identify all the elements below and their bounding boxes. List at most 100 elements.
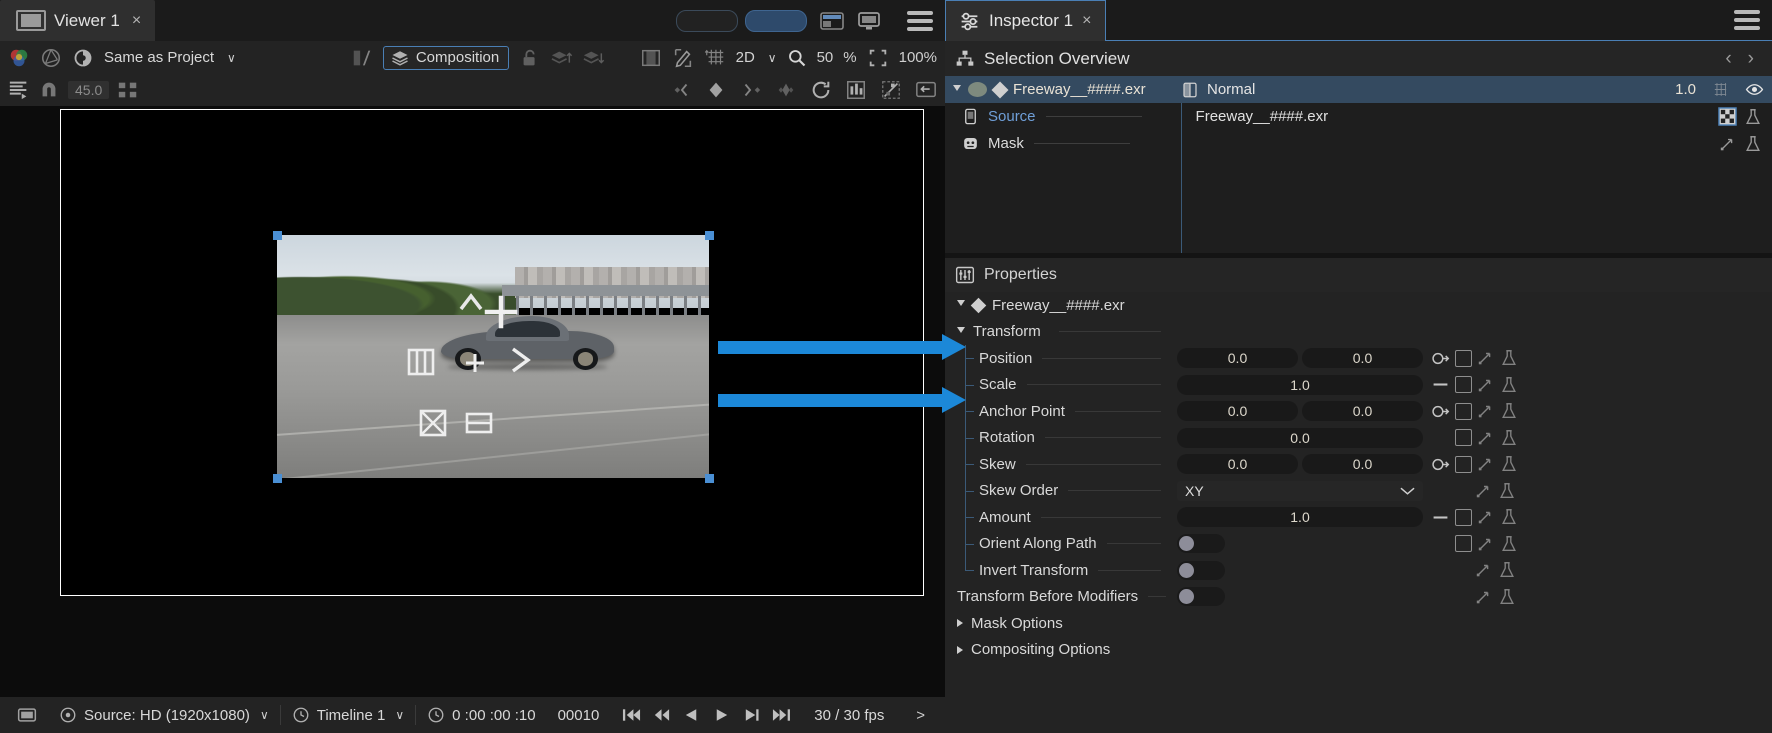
expand-panel-button[interactable]: > (908, 707, 933, 724)
align-icon[interactable] (8, 79, 30, 101)
link-icon[interactable] (1431, 456, 1450, 473)
timecode-display[interactable]: 0 :00 :00 :10 (416, 706, 546, 724)
media-icon-wrap[interactable] (6, 705, 48, 725)
rotate-up-icon[interactable] (458, 291, 484, 313)
fit-screen-icon[interactable] (867, 47, 889, 69)
zoom-value[interactable]: 50 (817, 49, 834, 66)
anchor-y-field[interactable]: 0.0 (1302, 401, 1423, 422)
checker-icon[interactable] (1718, 107, 1737, 126)
play-back-icon[interactable] (682, 707, 701, 723)
crop-icon[interactable] (418, 408, 448, 438)
square-icon[interactable] (1455, 376, 1472, 394)
disclosure-triangle-icon[interactable] (953, 84, 961, 95)
property-row-orient-along-path[interactable]: Orient Along Path (945, 530, 1772, 557)
flask-icon[interactable] (1744, 135, 1762, 153)
visibility-eye-icon[interactable] (1741, 80, 1772, 99)
property-group-mask-options[interactable]: Mask Options (945, 610, 1772, 637)
skew-x-field[interactable]: 0.0 (1177, 454, 1298, 475)
flask-icon[interactable] (1500, 349, 1518, 367)
keyframe-icon[interactable] (1475, 588, 1493, 606)
property-row-skew-order[interactable]: Skew Order XY (945, 477, 1772, 504)
prev-keyframe-icon[interactable] (670, 79, 692, 101)
chevron-right-icon[interactable] (508, 345, 534, 375)
layout-split-icon[interactable] (820, 11, 844, 31)
collapse-panel-icon[interactable] (915, 79, 937, 101)
step-forward-icon[interactable] (742, 707, 761, 723)
close-icon[interactable]: × (132, 12, 141, 30)
keyframe-icon[interactable] (1477, 429, 1495, 447)
viewer-pill-a[interactable] (676, 9, 738, 32)
disclosure-triangle-icon[interactable] (957, 645, 963, 654)
add-keyframe-icon[interactable] (705, 79, 727, 101)
display-icon[interactable] (857, 11, 881, 31)
flask-icon[interactable] (1498, 588, 1516, 606)
dash-icon[interactable] (1431, 509, 1450, 526)
invert-transform-toggle[interactable] (1177, 560, 1225, 580)
keyframe-icon[interactable] (1475, 561, 1493, 579)
move-icon[interactable] (484, 295, 518, 329)
viewer-menu-icon[interactable] (907, 10, 933, 31)
property-root-row[interactable]: Freeway__####.exr (945, 292, 1772, 319)
selection-handle-bl[interactable] (273, 474, 282, 483)
selection-handle-tl[interactable] (273, 231, 282, 240)
blend-mode-label[interactable]: Normal (1207, 81, 1255, 98)
curves-icon[interactable] (845, 79, 867, 101)
property-row-rotation[interactable]: Rotation 0.0 (945, 424, 1772, 451)
square-icon[interactable] (1455, 429, 1472, 447)
magnet-snap-icon[interactable] (38, 79, 60, 101)
position-x-field[interactable]: 0.0 (1177, 348, 1298, 369)
flask-icon[interactable] (1498, 482, 1516, 500)
property-group-transform[interactable]: Transform (945, 319, 1772, 346)
plus-icon[interactable] (464, 352, 486, 374)
property-row-amount[interactable]: Amount 1.0 (945, 504, 1772, 531)
square-icon[interactable] (1455, 508, 1472, 526)
stack-down-icon[interactable] (583, 47, 605, 69)
close-icon[interactable]: × (1082, 12, 1091, 30)
dash-icon[interactable] (1431, 376, 1450, 393)
lut-label[interactable]: Same as Project (104, 49, 214, 66)
composition-button[interactable]: Composition (382, 45, 510, 70)
selection-child-source[interactable]: Source Freeway__####.exr (945, 103, 1772, 130)
link-icon[interactable] (1431, 403, 1450, 420)
opacity-value[interactable]: 1.0 (1675, 81, 1700, 98)
keyframe-icon[interactable] (1477, 455, 1495, 473)
split-view-icon[interactable] (351, 47, 373, 69)
nav-next-icon[interactable]: › (1748, 48, 1754, 70)
disclosure-triangle-icon[interactable] (957, 300, 965, 310)
flask-icon[interactable] (1500, 535, 1518, 553)
aperture-icon[interactable] (40, 47, 62, 69)
square-icon[interactable] (1455, 455, 1472, 473)
flask-icon[interactable] (1500, 508, 1518, 526)
all-keyframes-icon[interactable] (775, 79, 797, 101)
inspector-menu-icon[interactable] (1734, 9, 1760, 30)
media-image[interactable] (277, 235, 709, 478)
disclosure-triangle-icon[interactable] (957, 619, 963, 628)
stack-up-icon[interactable] (551, 47, 573, 69)
next-keyframe-icon[interactable] (740, 79, 762, 101)
keyframe-icon[interactable] (1475, 482, 1493, 500)
flask-icon[interactable] (1498, 561, 1516, 579)
keyframe-icon[interactable] (1477, 402, 1495, 420)
motion-blur-icon[interactable] (880, 79, 902, 101)
skew-y-field[interactable]: 0.0 (1302, 454, 1423, 475)
amount-field[interactable]: 1.0 (1177, 507, 1423, 528)
selection-child-mask[interactable]: Mask (945, 130, 1772, 157)
selection-handle-br[interactable] (705, 474, 714, 483)
keyframe-icon[interactable] (1477, 508, 1495, 526)
color-wheels-icon[interactable] (8, 47, 30, 69)
scale-field[interactable]: 1.0 (1177, 374, 1423, 395)
rotation-field[interactable]: 0.0 (1177, 427, 1423, 448)
tab-viewer-1[interactable]: Viewer 1 × (0, 0, 156, 41)
keyframe-icon[interactable] (1477, 349, 1495, 367)
step-back-fast-icon[interactable] (652, 707, 671, 723)
scale-value[interactable]: 100% (899, 49, 937, 66)
angle-value[interactable]: 45.0 (68, 81, 110, 99)
chevron-down-icon[interactable]: ∨ (227, 51, 236, 65)
distribute-icon[interactable] (117, 79, 139, 101)
flask-icon[interactable] (1744, 108, 1762, 126)
keyframe-icon[interactable] (1477, 535, 1495, 553)
magnifier-icon[interactable] (787, 48, 807, 68)
chevron-down-icon[interactable]: ∨ (395, 708, 404, 722)
node-color-swatch[interactable] (968, 82, 987, 97)
play-icon[interactable] (712, 707, 731, 723)
